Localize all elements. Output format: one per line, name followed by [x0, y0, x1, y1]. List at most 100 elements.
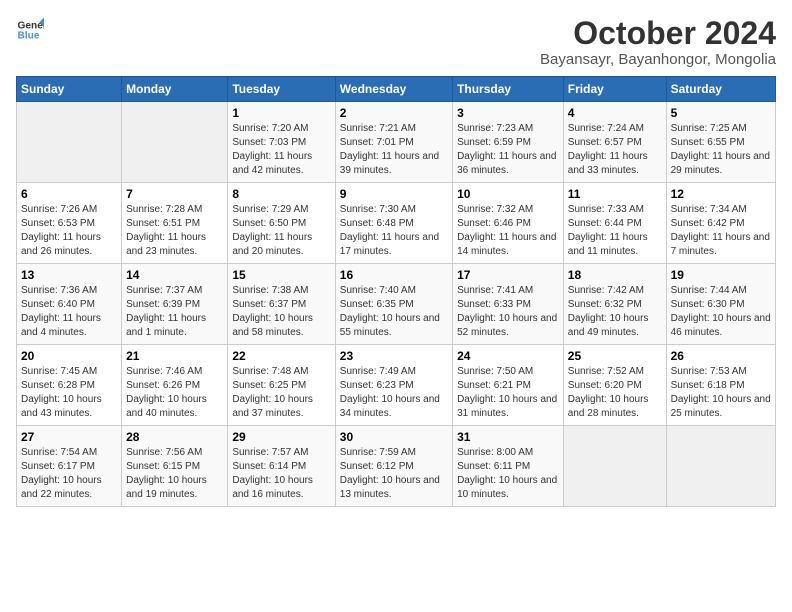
day-number: 13: [21, 268, 117, 282]
day-info: Sunrise: 7:30 AM Sunset: 6:48 PM Dayligh…: [340, 203, 448, 259]
day-cell: [666, 426, 775, 507]
day-cell: 21Sunrise: 7:46 AM Sunset: 6:26 PM Dayli…: [122, 345, 228, 426]
day-info: Sunrise: 7:59 AM Sunset: 6:12 PM Dayligh…: [340, 446, 448, 502]
day-number: 31: [457, 430, 559, 444]
day-number: 1: [232, 106, 330, 120]
day-cell: 30 Sunrise: 7:59 AM Sunset: 6:12 PM Dayli…: [335, 426, 452, 507]
day-cell: 5 Sunrise: 7:25 AM Sunset: 6:55 PM Daylig…: [666, 102, 775, 183]
day-number: 9: [340, 187, 448, 201]
day-number: 26: [671, 349, 771, 363]
day-info: Sunrise: 7:56 AM Sunset: 6:15 PM Dayligh…: [126, 446, 223, 502]
day-number: 25: [568, 349, 662, 363]
day-info: Sunrise: 8:00 AM Sunset: 6:11 PM Dayligh…: [457, 446, 559, 502]
day-number: 23: [340, 349, 448, 363]
week-row-1: 1Sunrise: 7:20 AM Sunset: 7:03 PM Daylig…: [17, 102, 776, 183]
day-number: 8: [232, 187, 330, 201]
day-number: 22: [232, 349, 330, 363]
day-info: Sunrise: 7:26 AM Sunset: 6:53 PM Dayligh…: [21, 203, 117, 259]
day-cell: [122, 102, 228, 183]
day-cell: 19Sunrise: 7:44 AM Sunset: 6:30 PM Dayli…: [666, 264, 775, 345]
day-info: Sunrise: 7:23 AM Sunset: 6:59 PM Dayligh…: [457, 122, 559, 178]
day-number: 28: [126, 430, 223, 444]
page-header: General Blue October 2024 Bayansayr, Bay…: [16, 16, 776, 68]
day-info: Sunrise: 7:33 AM Sunset: 6:44 PM Dayligh…: [568, 203, 662, 259]
day-cell: 20 Sunrise: 7:45 AM Sunset: 6:28 PM Dayli…: [17, 345, 122, 426]
day-cell: 17Sunrise: 7:41 AM Sunset: 6:33 PM Dayli…: [453, 264, 564, 345]
day-number: 20: [21, 349, 117, 363]
day-cell: 11 Sunrise: 7:33 AM Sunset: 6:44 PM Dayli…: [563, 183, 666, 264]
day-number: 19: [671, 268, 771, 282]
header-cell-saturday: Saturday: [666, 77, 775, 102]
day-number: 14: [126, 268, 223, 282]
header-cell-monday: Monday: [122, 77, 228, 102]
day-info: Sunrise: 7:34 AM Sunset: 6:42 PM Dayligh…: [671, 203, 771, 259]
day-cell: 13 Sunrise: 7:36 AM Sunset: 6:40 PM Dayli…: [17, 264, 122, 345]
title-block: October 2024 Bayansayr, Bayanhongor, Mon…: [540, 16, 776, 68]
calendar-table: SundayMondayTuesdayWednesdayThursdayFrid…: [16, 76, 776, 507]
day-info: Sunrise: 7:38 AM Sunset: 6:37 PM Dayligh…: [232, 284, 330, 340]
day-cell: 2 Sunrise: 7:21 AM Sunset: 7:01 PM Daylig…: [335, 102, 452, 183]
header-cell-thursday: Thursday: [453, 77, 564, 102]
day-cell: [563, 426, 666, 507]
header-cell-wednesday: Wednesday: [335, 77, 452, 102]
header-cell-tuesday: Tuesday: [228, 77, 335, 102]
day-cell: 4Sunrise: 7:24 AM Sunset: 6:57 PM Daylig…: [563, 102, 666, 183]
day-number: 30: [340, 430, 448, 444]
day-info: Sunrise: 7:37 AM Sunset: 6:39 PM Dayligh…: [126, 284, 223, 340]
day-cell: [17, 102, 122, 183]
day-info: Sunrise: 7:52 AM Sunset: 6:20 PM Dayligh…: [568, 365, 662, 421]
day-cell: 16 Sunrise: 7:40 AM Sunset: 6:35 PM Dayli…: [335, 264, 452, 345]
day-number: 7: [126, 187, 223, 201]
day-number: 18: [568, 268, 662, 282]
day-info: Sunrise: 7:41 AM Sunset: 6:33 PM Dayligh…: [457, 284, 559, 340]
day-cell: 28 Sunrise: 7:56 AM Sunset: 6:15 PM Dayli…: [122, 426, 228, 507]
main-title: October 2024: [540, 16, 776, 51]
day-cell: 25 Sunrise: 7:52 AM Sunset: 6:20 PM Dayli…: [563, 345, 666, 426]
day-cell: 22 Sunrise: 7:48 AM Sunset: 6:25 PM Dayli…: [228, 345, 335, 426]
day-cell: 29 Sunrise: 7:57 AM Sunset: 6:14 PM Dayli…: [228, 426, 335, 507]
day-info: Sunrise: 7:53 AM Sunset: 6:18 PM Dayligh…: [671, 365, 771, 421]
header-row: SundayMondayTuesdayWednesdayThursdayFrid…: [17, 77, 776, 102]
day-cell: 10Sunrise: 7:32 AM Sunset: 6:46 PM Dayli…: [453, 183, 564, 264]
day-cell: 23 Sunrise: 7:49 AM Sunset: 6:23 PM Dayli…: [335, 345, 452, 426]
day-info: Sunrise: 7:40 AM Sunset: 6:35 PM Dayligh…: [340, 284, 448, 340]
day-cell: 1Sunrise: 7:20 AM Sunset: 7:03 PM Daylig…: [228, 102, 335, 183]
day-info: Sunrise: 7:32 AM Sunset: 6:46 PM Dayligh…: [457, 203, 559, 259]
day-info: Sunrise: 7:29 AM Sunset: 6:50 PM Dayligh…: [232, 203, 330, 259]
day-number: 2: [340, 106, 448, 120]
subtitle: Bayansayr, Bayanhongor, Mongolia: [540, 51, 776, 68]
day-cell: 6Sunrise: 7:26 AM Sunset: 6:53 PM Daylig…: [17, 183, 122, 264]
day-info: Sunrise: 7:28 AM Sunset: 6:51 PM Dayligh…: [126, 203, 223, 259]
day-cell: 31 Sunrise: 8:00 AM Sunset: 6:11 PM Dayli…: [453, 426, 564, 507]
calendar-header: SundayMondayTuesdayWednesdayThursdayFrid…: [17, 77, 776, 102]
day-number: 12: [671, 187, 771, 201]
day-number: 5: [671, 106, 771, 120]
day-number: 16: [340, 268, 448, 282]
header-cell-friday: Friday: [563, 77, 666, 102]
day-info: Sunrise: 7:48 AM Sunset: 6:25 PM Dayligh…: [232, 365, 330, 421]
logo: General Blue: [16, 16, 44, 44]
week-row-2: 6Sunrise: 7:26 AM Sunset: 6:53 PM Daylig…: [17, 183, 776, 264]
day-cell: 8 Sunrise: 7:29 AM Sunset: 6:50 PM Daylig…: [228, 183, 335, 264]
day-info: Sunrise: 7:21 AM Sunset: 7:01 PM Dayligh…: [340, 122, 448, 178]
day-cell: 3Sunrise: 7:23 AM Sunset: 6:59 PM Daylig…: [453, 102, 564, 183]
day-cell: 18Sunrise: 7:42 AM Sunset: 6:32 PM Dayli…: [563, 264, 666, 345]
day-cell: 24Sunrise: 7:50 AM Sunset: 6:21 PM Dayli…: [453, 345, 564, 426]
logo-icon: General Blue: [16, 16, 44, 44]
day-info: Sunrise: 7:25 AM Sunset: 6:55 PM Dayligh…: [671, 122, 771, 178]
day-info: Sunrise: 7:36 AM Sunset: 6:40 PM Dayligh…: [21, 284, 117, 340]
day-info: Sunrise: 7:57 AM Sunset: 6:14 PM Dayligh…: [232, 446, 330, 502]
day-info: Sunrise: 7:49 AM Sunset: 6:23 PM Dayligh…: [340, 365, 448, 421]
day-cell: 15 Sunrise: 7:38 AM Sunset: 6:37 PM Dayli…: [228, 264, 335, 345]
day-info: Sunrise: 7:45 AM Sunset: 6:28 PM Dayligh…: [21, 365, 117, 421]
day-cell: 9 Sunrise: 7:30 AM Sunset: 6:48 PM Daylig…: [335, 183, 452, 264]
day-info: Sunrise: 7:54 AM Sunset: 6:17 PM Dayligh…: [21, 446, 117, 502]
day-info: Sunrise: 7:24 AM Sunset: 6:57 PM Dayligh…: [568, 122, 662, 178]
day-info: Sunrise: 7:50 AM Sunset: 6:21 PM Dayligh…: [457, 365, 559, 421]
day-number: 29: [232, 430, 330, 444]
day-number: 11: [568, 187, 662, 201]
day-cell: 26 Sunrise: 7:53 AM Sunset: 6:18 PM Dayli…: [666, 345, 775, 426]
day-number: 15: [232, 268, 330, 282]
day-cell: 7 Sunrise: 7:28 AM Sunset: 6:51 PM Daylig…: [122, 183, 228, 264]
svg-text:Blue: Blue: [18, 31, 40, 42]
